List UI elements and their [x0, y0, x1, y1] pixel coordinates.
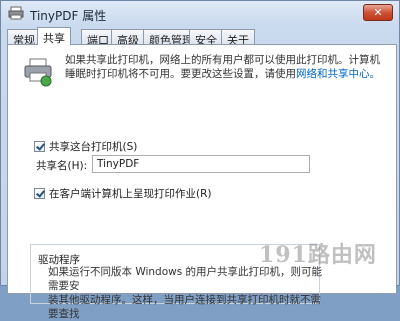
tab-security[interactable]: 安全 — [189, 29, 223, 47]
tab-about[interactable]: 关于 — [221, 29, 255, 47]
sharing-description: 如果共享此打印机，网络上的所有用户都可以使用此打印机。计算机 睡眠时打印机将不可… — [65, 53, 391, 81]
description-line-1: 如果共享此打印机，网络上的所有用户都可以使用此打印机。计算机 — [65, 54, 380, 66]
properties-window: TinyPDF 属性 ✕ 常规 共享 端口 高级 颜色管理 安全 关于 如果共享… — [0, 0, 400, 320]
share-printer-checkbox[interactable] — [34, 141, 45, 152]
drivers-line-1: 如果运行不同版本 Windows 的用户共享此打印机，则可能需要安 — [48, 266, 323, 292]
share-name-input[interactable]: TinyPDF — [92, 155, 310, 173]
drivers-line-2: 装其他驱动程序。这样，当用户连接到共享打印机时就不需要查找 — [48, 294, 321, 320]
tab-general[interactable]: 常规 — [7, 29, 41, 47]
site-watermark: 191路由网 — [259, 242, 377, 268]
tab-sharing[interactable]: 共享 — [37, 27, 71, 45]
share-printer-label: 共享这台打印机(S) — [49, 141, 138, 153]
drivers-description: 如果运行不同版本 Windows 的用户共享此打印机，则可能需要安 装其他驱动程… — [48, 265, 328, 321]
render-jobs-checkbox[interactable] — [34, 188, 45, 199]
printer-app-icon — [8, 6, 24, 20]
window-title: TinyPDF 属性 — [30, 9, 107, 23]
render-jobs-label: 在客户端计算机上呈现打印作业(R) — [49, 188, 212, 200]
share-name-label: 共享名(H): — [36, 160, 88, 172]
title-bar[interactable]: TinyPDF 属性 ✕ — [1, 1, 399, 27]
tab-ports[interactable]: 端口 — [81, 29, 115, 47]
network-sharing-center-link[interactable]: 网络和共享中心。 — [296, 68, 380, 80]
share-printer-row[interactable]: 共享这台打印机(S) — [34, 139, 137, 154]
shared-printer-icon — [24, 58, 52, 87]
description-line-2: 睡眠时打印机将不可用。要更改这些设置，请使用 — [65, 68, 296, 80]
tab-advanced[interactable]: 高级 — [111, 29, 145, 47]
render-jobs-row[interactable]: 在客户端计算机上呈现打印作业(R) — [34, 186, 212, 201]
close-button[interactable]: ✕ — [363, 4, 393, 21]
